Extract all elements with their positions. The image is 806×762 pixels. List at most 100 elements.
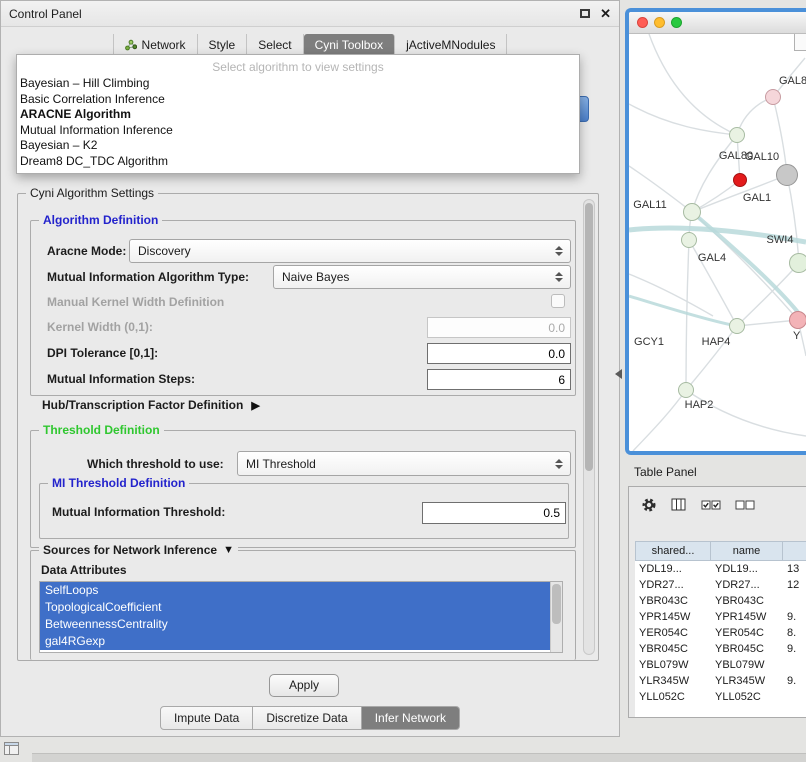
hub-transcription-factor-section[interactable]: Hub/Transcription Factor Definition ▶ — [42, 398, 260, 412]
threshold-definition-group: Threshold Definition Which threshold to … — [30, 430, 576, 548]
kernel-width-label: Kernel Width (0,1): — [47, 320, 153, 334]
aracne-mode-label: Aracne Mode: — [47, 244, 126, 258]
mi-algorithm-type-value: Naive Bayes — [274, 270, 349, 284]
data-attributes-list[interactable]: SelfLoopsTopologicalCoefficientBetweenne… — [39, 581, 563, 653]
tab-network[interactable]: Network — [113, 34, 198, 56]
algorithm-option-bayesian-hill-climbing[interactable]: Bayesian – Hill Climbing — [17, 76, 579, 92]
table-row[interactable]: YPR145WYPR145W9. — [635, 609, 806, 625]
sources-group-title[interactable]: Sources for Network Inference ▼ — [39, 543, 238, 557]
table-cell: YBR045C — [711, 641, 783, 657]
network-node[interactable] — [733, 173, 747, 187]
show-columns-icon[interactable] — [671, 498, 687, 512]
table-column-header-name[interactable]: name — [711, 541, 783, 561]
table-row[interactable]: YBR043CYBR043C — [635, 593, 806, 609]
table-cell: YLL052C — [711, 689, 783, 705]
algorithm-option-aracne-algorithm[interactable]: ARACNE Algorithm — [17, 107, 579, 123]
dpi-tolerance-field[interactable] — [427, 343, 571, 364]
bottom-tabbar: Impute DataDiscretize Data Infer Network — [1, 706, 619, 730]
table-column-header-extra[interactable] — [783, 541, 806, 561]
settings-scrollbar[interactable] — [583, 199, 595, 655]
network-window-titlebar[interactable] — [629, 12, 806, 34]
table-cell: YLL052C — [635, 689, 711, 705]
network-node[interactable] — [765, 89, 781, 105]
table-header-row: shared...name — [635, 541, 806, 561]
deselect-all-columns-icon[interactable] — [735, 498, 755, 512]
attribute-item-betweennesscentrality[interactable]: BetweennessCentrality — [40, 616, 562, 633]
network-node[interactable] — [683, 203, 701, 221]
network-node[interactable] — [678, 382, 694, 398]
threshold-definition-title: Threshold Definition — [39, 423, 164, 437]
tab-select[interactable]: Select — [247, 34, 303, 56]
table-cell: 9. — [783, 609, 806, 625]
aracne-mode-combobox[interactable]: Discovery — [129, 239, 571, 263]
network-node-label: GAL4 — [698, 252, 726, 264]
bottom-tab-infer-network[interactable]: Infer Network — [362, 706, 460, 730]
network-node[interactable] — [776, 164, 798, 186]
restore-panel-icon[interactable] — [4, 742, 19, 755]
tab-style[interactable]: Style — [198, 34, 248, 56]
which-threshold-value: MI Threshold — [238, 457, 316, 471]
network-node[interactable] — [681, 232, 697, 248]
apply-button[interactable]: Apply — [269, 674, 339, 697]
table-row[interactable]: YDL19...YDL19...13 — [635, 561, 806, 577]
bottom-tab-discretize-data[interactable]: Discretize Data — [253, 706, 361, 730]
attribute-item-selfloops[interactable]: SelfLoops — [40, 582, 562, 599]
table-column-header-shared[interactable]: shared... — [635, 541, 711, 561]
table-row[interactable]: YLR345WYLR345W9. — [635, 673, 806, 689]
table-cell: YPR145W — [711, 609, 783, 625]
kernel-width-field[interactable] — [427, 317, 571, 338]
close-window-icon[interactable]: ✕ — [600, 7, 611, 20]
manual-kernel-width-checkbox[interactable] — [551, 294, 565, 308]
mi-steps-field[interactable] — [427, 369, 571, 390]
algorithm-option-basic-correlation-inference[interactable]: Basic Correlation Inference — [17, 92, 579, 108]
manual-kernel-width-label: Manual Kernel Width Definition — [47, 295, 224, 309]
control-panel-tabbar: NetworkStyleSelectCyni ToolboxjActiveMNo… — [1, 34, 619, 56]
network-node[interactable] — [789, 253, 806, 273]
table-panel: shared...name YDL19...YDL19...13YDR27...… — [628, 486, 806, 718]
settings-scrollbar-thumb[interactable] — [585, 203, 593, 471]
attribute-item-topologicalcoefficient[interactable]: TopologicalCoefficient — [40, 599, 562, 616]
algorithm-definition-group: Algorithm Definition Aracne Mode: Discov… — [30, 220, 576, 396]
network-view-window[interactable]: GAL8GAL80GAL10GAL11GAL1SWI4GAL4GCY1HAP4Y… — [625, 8, 806, 455]
table-cell: YDR27... — [635, 577, 711, 593]
attribute-list-scrollbar-thumb[interactable] — [552, 584, 561, 624]
table-row[interactable]: YDR27...YDR27...12 — [635, 577, 806, 593]
network-node[interactable] — [729, 318, 745, 334]
tab-cyni-toolbox[interactable]: Cyni Toolbox — [304, 34, 395, 56]
attribute-item-gal4rgexp[interactable]: gal4RGexp — [40, 633, 562, 650]
algorithm-option-dream8-dc-tdc-algorithm[interactable]: Dream8 DC_TDC Algorithm — [17, 154, 579, 170]
tab-jactivemnodules[interactable]: jActiveMNodules — [395, 34, 507, 56]
table-cell: YLR345W — [711, 673, 783, 689]
panel-resize-handle[interactable] — [615, 369, 622, 379]
which-threshold-combobox[interactable]: MI Threshold — [237, 451, 571, 476]
table-cell: 12 — [783, 577, 806, 593]
traffic-light-minimize-icon[interactable] — [654, 17, 665, 28]
table-row[interactable]: YER054CYER054C8. — [635, 625, 806, 641]
table-row[interactable]: YLL052CYLL052C — [635, 689, 806, 705]
network-canvas[interactable]: GAL8GAL80GAL10GAL11GAL1SWI4GAL4GCY1HAP4Y… — [629, 34, 806, 451]
mi-threshold-field[interactable] — [422, 502, 566, 524]
network-node[interactable] — [789, 311, 806, 329]
bottom-tab-impute-data[interactable]: Impute Data — [160, 706, 253, 730]
birdseye-toggle[interactable] — [794, 34, 806, 51]
table-cell: YER054C — [711, 625, 783, 641]
attribute-list-scrollbar[interactable] — [550, 582, 562, 652]
table-settings-gear-icon[interactable] — [641, 497, 657, 513]
traffic-light-close-icon[interactable] — [637, 17, 648, 28]
select-all-columns-icon[interactable] — [701, 498, 721, 512]
table-row[interactable]: YBL079WYBL079W — [635, 657, 806, 673]
mi-algorithm-type-combobox[interactable]: Naive Bayes — [273, 265, 571, 289]
traffic-light-zoom-icon[interactable] — [671, 17, 682, 28]
table-row[interactable]: YBR045CYBR045C9. — [635, 641, 806, 657]
table-toolbar — [641, 497, 755, 513]
float-window-icon[interactable] — [580, 9, 590, 18]
algorithm-option-mutual-information-inference[interactable]: Mutual Information Inference — [17, 123, 579, 139]
mi-threshold-definition-title: MI Threshold Definition — [48, 476, 189, 490]
mi-steps-label: Mutual Information Steps: — [47, 372, 195, 386]
cyni-algorithm-settings-group: Cyni Algorithm Settings Algorithm Defini… — [17, 193, 599, 661]
control-panel-titlebar[interactable]: Control Panel ✕ — [1, 1, 619, 27]
bottom-tab-infer-network-label: Infer Network — [375, 711, 446, 725]
combo-arrows-icon — [555, 272, 563, 282]
algorithm-option-bayesian-k2[interactable]: Bayesian – K2 — [17, 138, 579, 154]
network-node[interactable] — [729, 127, 745, 143]
